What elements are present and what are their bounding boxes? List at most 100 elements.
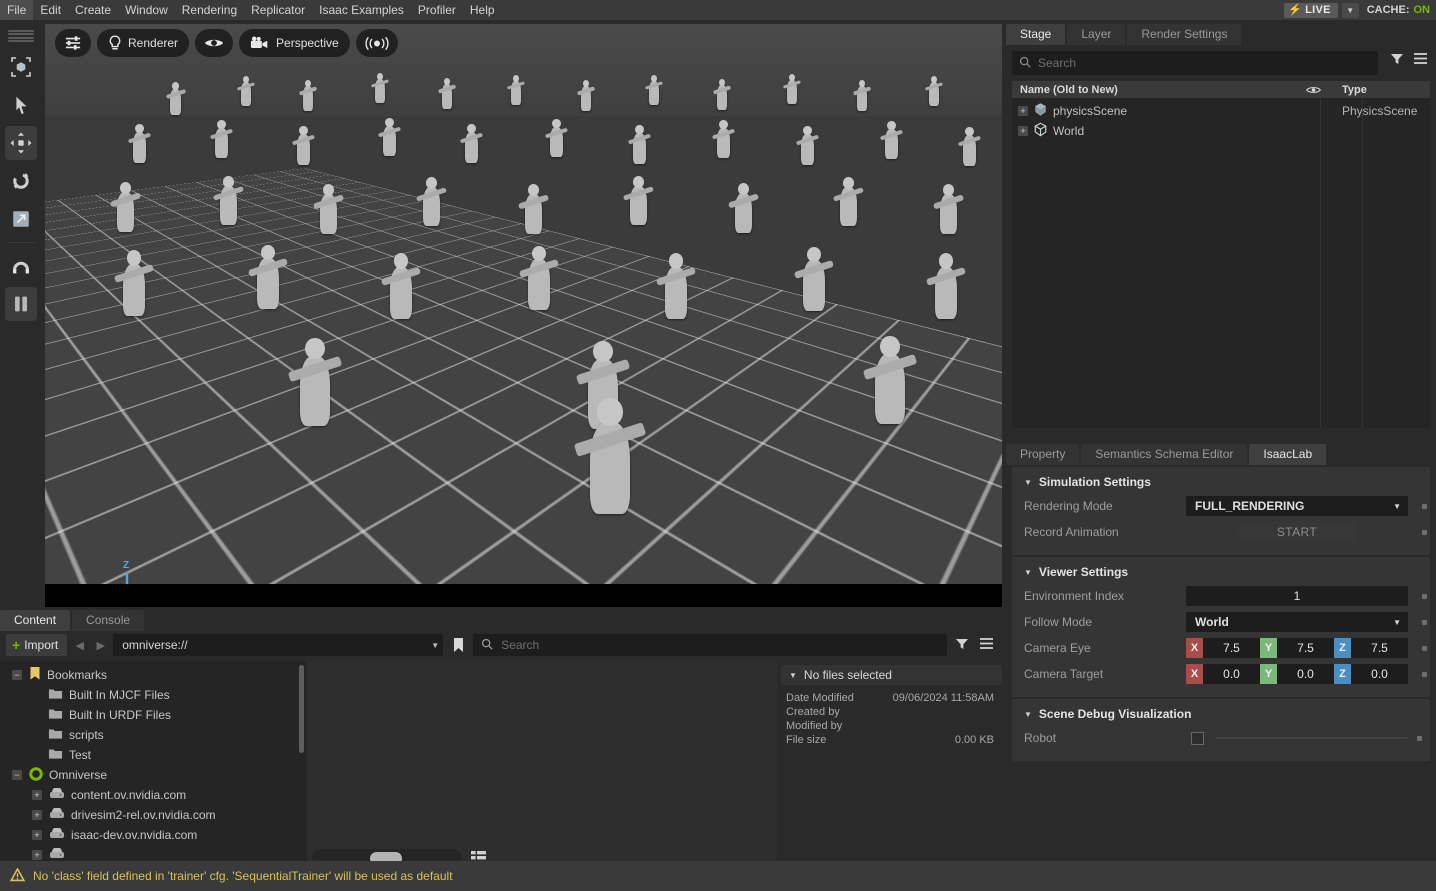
record-animation-start-button[interactable]: START xyxy=(1238,522,1356,542)
move-tool-button[interactable] xyxy=(5,126,37,160)
tab-render-settings[interactable]: Render Settings xyxy=(1127,24,1241,45)
content-tree-scrollbar[interactable] xyxy=(299,665,304,753)
live-button[interactable]: ⚡ LIVE xyxy=(1284,3,1337,18)
menu-item-help[interactable]: Help xyxy=(463,0,502,20)
content-filter-icon[interactable] xyxy=(951,637,973,654)
expand-icon[interactable]: + xyxy=(32,850,42,860)
rotate-tool-button[interactable] xyxy=(5,164,37,198)
menu-item-edit[interactable]: Edit xyxy=(33,0,68,20)
viewport-3d-scene[interactable]: X Y Z xyxy=(45,24,1002,584)
column-header-visibility[interactable] xyxy=(1292,85,1334,95)
snap-tool-button[interactable] xyxy=(5,249,37,283)
select-bounds-tool-button[interactable] xyxy=(5,50,37,84)
follow-mode-select[interactable]: World ▼ xyxy=(1186,612,1408,632)
menu-item-replicator[interactable]: Replicator xyxy=(244,0,312,20)
content-tree-row[interactable]: scripts xyxy=(0,725,307,745)
camera-eye-y-field[interactable]: Y 7.5 xyxy=(1260,638,1334,658)
column-header-name[interactable]: Name (Old to New) xyxy=(1012,84,1292,96)
tab-console[interactable]: Console xyxy=(72,610,144,631)
path-input[interactable]: omniverse:// ▼ xyxy=(113,634,443,656)
simulation-settings-header[interactable]: ▼ Simulation Settings xyxy=(1012,473,1430,495)
stage-tree-row[interactable]: + physicsScene PhysicsScene xyxy=(1012,101,1430,121)
robot-instance xyxy=(550,127,563,157)
camera-target-y-value: 0.0 xyxy=(1277,667,1334,681)
camera-target-x-field[interactable]: X 0.0 xyxy=(1186,664,1260,684)
scale-tool-button[interactable] xyxy=(5,202,37,236)
content-tree-row[interactable]: − Omniverse xyxy=(0,765,307,785)
collapse-icon[interactable]: − xyxy=(12,770,22,780)
menu-item-create[interactable]: Create xyxy=(68,0,118,20)
expand-icon[interactable]: + xyxy=(32,790,42,800)
visibility-button[interactable] xyxy=(195,29,233,57)
filter-funnel-icon[interactable] xyxy=(1390,52,1404,69)
live-dropdown-button[interactable]: ▼ xyxy=(1342,3,1359,18)
import-button[interactable]: + Import xyxy=(6,634,67,656)
hamburger-menu-icon[interactable] xyxy=(1413,52,1428,68)
content-tree-row[interactable]: − Bookmarks xyxy=(0,665,307,685)
camera-eye-z-field[interactable]: Z 7.5 xyxy=(1334,638,1408,658)
stage-search-placeholder: Search xyxy=(1038,56,1076,70)
cache-status-value: ON xyxy=(1414,4,1431,16)
file-info-header[interactable]: ▼ No files selected xyxy=(781,665,1002,685)
tab-property[interactable]: Property xyxy=(1006,444,1079,465)
menu-item-profiler[interactable]: Profiler xyxy=(411,0,463,20)
stage-tree-row[interactable]: + World xyxy=(1012,121,1430,141)
environment-index-reset-marker[interactable] xyxy=(1422,594,1427,599)
expand-icon[interactable]: + xyxy=(1018,126,1028,136)
camera-eye-x-field[interactable]: X 7.5 xyxy=(1186,638,1260,658)
viewport[interactable]: X Y Z xyxy=(45,24,1002,607)
content-tree-row[interactable]: Test xyxy=(0,745,307,765)
bookmark-button[interactable] xyxy=(447,634,469,656)
tab-isaaclab[interactable]: IsaacLab xyxy=(1249,444,1326,465)
play-pause-tool-button[interactable] xyxy=(5,287,37,321)
follow-mode-reset-marker[interactable] xyxy=(1422,620,1427,625)
collapse-icon[interactable]: − xyxy=(12,670,22,680)
camera-target-z-field[interactable]: Z 0.0 xyxy=(1334,664,1408,684)
content-tree[interactable]: − Bookmarks Built In MJCF Files xyxy=(0,661,307,873)
select-tool-button[interactable] xyxy=(5,88,37,122)
menu-item-file[interactable]: File xyxy=(0,0,33,20)
camera-target-y-field[interactable]: Y 0.0 xyxy=(1260,664,1334,684)
expand-icon[interactable]: + xyxy=(32,830,42,840)
content-search-input[interactable]: Search xyxy=(473,634,947,656)
content-file-grid[interactable] xyxy=(307,661,777,873)
camera-target-reset-marker[interactable] xyxy=(1422,672,1427,677)
tab-layer[interactable]: Layer xyxy=(1067,24,1125,45)
scene-debug-visualization-header[interactable]: ▼ Scene Debug Visualization xyxy=(1012,705,1430,727)
content-tree-row[interactable]: + content.ov.nvidia.com xyxy=(0,785,307,805)
content-tree-row[interactable]: Built In MJCF Files xyxy=(0,685,307,705)
rendering-mode-reset-marker[interactable] xyxy=(1422,504,1427,509)
menu-item-rendering[interactable]: Rendering xyxy=(175,0,244,20)
camera-eye-reset-marker[interactable] xyxy=(1422,646,1427,651)
content-tree-row[interactable]: + isaac-dev.ov.nvidia.com xyxy=(0,825,307,845)
robot-debug-reset-marker[interactable] xyxy=(1417,736,1422,741)
camera-target-z-value: 0.0 xyxy=(1351,667,1408,681)
content-tree-row[interactable]: Built In URDF Files xyxy=(0,705,307,725)
chevron-down-icon[interactable]: ▼ xyxy=(431,641,439,650)
nav-back-button[interactable]: ◀ xyxy=(71,634,88,656)
expand-icon[interactable]: + xyxy=(1018,106,1028,116)
expand-icon[interactable]: + xyxy=(32,810,42,820)
camera-button[interactable]: Perspective xyxy=(239,29,350,57)
content-menu-icon[interactable] xyxy=(977,637,996,653)
menu-item-window[interactable]: Window xyxy=(118,0,175,20)
stage-search-input[interactable]: Search xyxy=(1012,51,1378,75)
viewer-settings-header[interactable]: ▼ Viewer Settings xyxy=(1012,563,1430,585)
record-animation-reset-marker[interactable] xyxy=(1422,530,1427,535)
nav-forward-button[interactable]: ▶ xyxy=(92,634,109,656)
stage-tree[interactable]: + physicsScene PhysicsScene + World xyxy=(1012,98,1430,428)
tab-semantics-schema-editor[interactable]: Semantics Schema Editor xyxy=(1081,444,1247,465)
tab-content[interactable]: Content xyxy=(0,610,70,631)
environment-index-input[interactable]: 1 xyxy=(1186,586,1408,606)
menu-item-isaac-examples[interactable]: Isaac Examples xyxy=(312,0,411,20)
robot-debug-row: Robot xyxy=(1012,727,1430,749)
column-header-type[interactable]: Type xyxy=(1334,84,1430,96)
renderer-button[interactable]: Renderer xyxy=(97,29,189,57)
robot-debug-checkbox[interactable] xyxy=(1191,732,1204,745)
viewport-settings-button[interactable] xyxy=(55,29,91,57)
tab-stage[interactable]: Stage xyxy=(1006,24,1065,45)
content-tree-row[interactable]: + drivesim2-rel.ov.nvidia.com xyxy=(0,805,307,825)
toolbar-drag-handle[interactable] xyxy=(8,30,34,42)
rendering-mode-select[interactable]: FULL_RENDERING ▼ xyxy=(1186,496,1408,516)
broadcast-button[interactable] xyxy=(356,29,398,57)
